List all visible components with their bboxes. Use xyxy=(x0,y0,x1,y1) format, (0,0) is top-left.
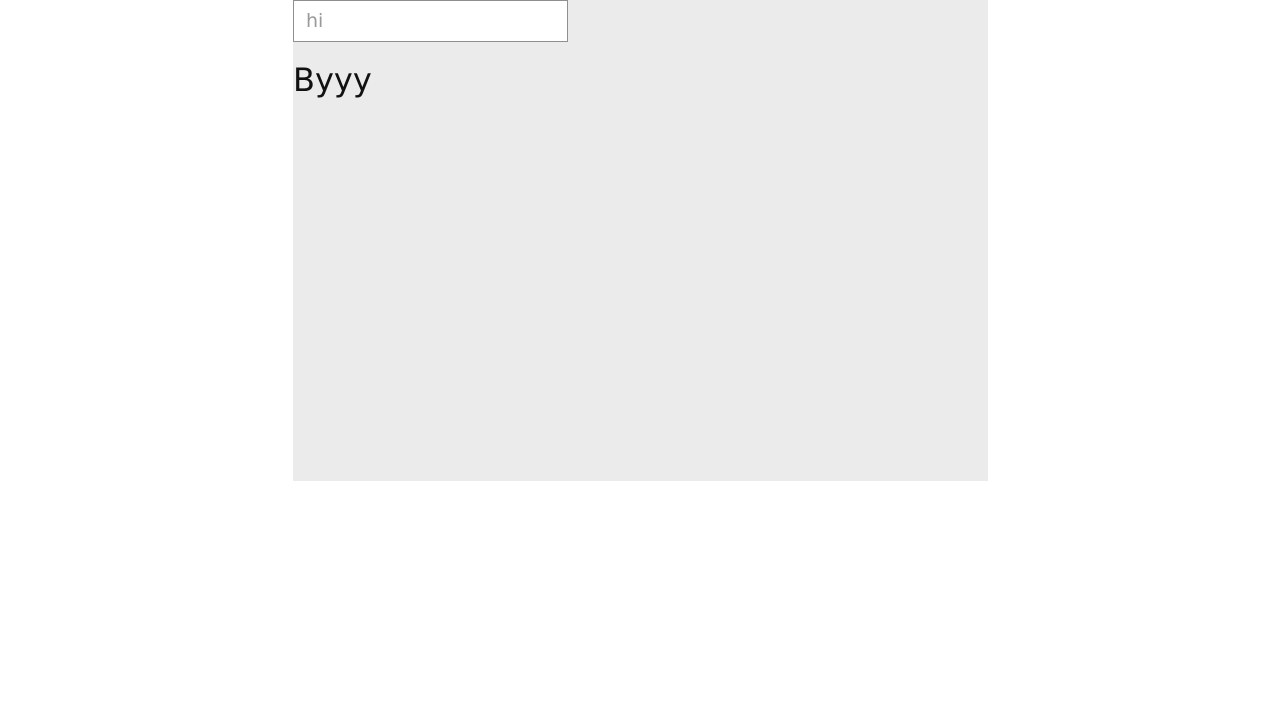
content-panel: Byyy xyxy=(293,0,988,481)
text-input[interactable] xyxy=(293,0,568,42)
heading-text: Byyy xyxy=(293,61,372,99)
